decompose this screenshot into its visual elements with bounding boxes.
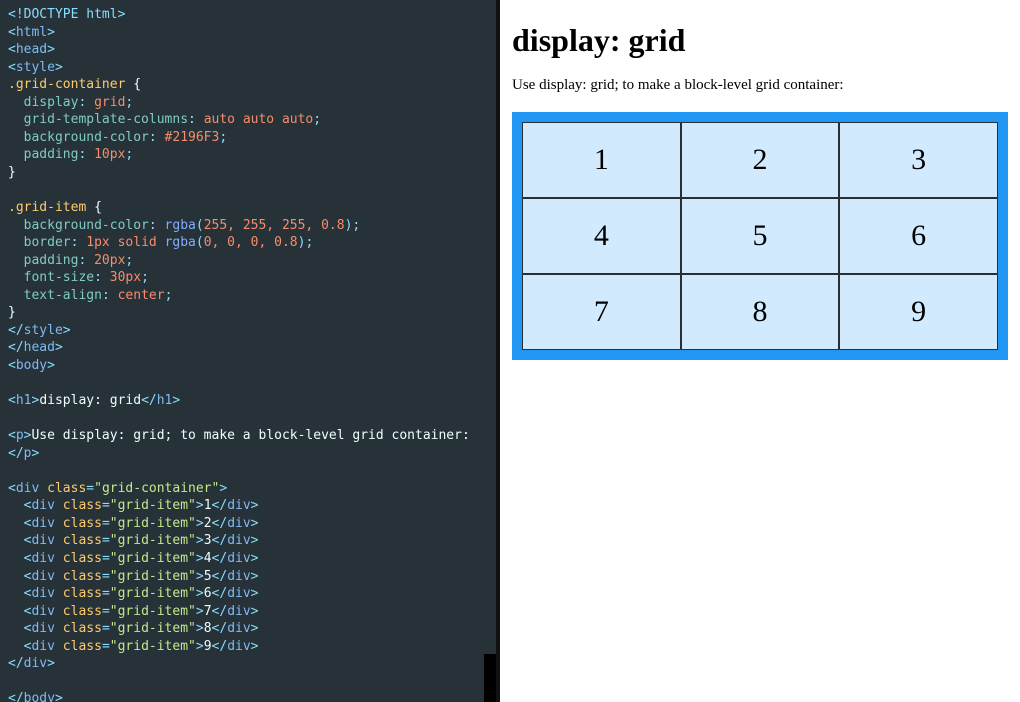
grid-item-2: 2 (681, 122, 840, 198)
code-editor-pane[interactable]: <!DOCTYPE html> <html> <head> <style> .g… (0, 0, 500, 702)
grid-item-8: 8 (681, 274, 840, 350)
grid-container: 1 2 3 4 5 6 7 8 9 (512, 112, 1008, 360)
tag-style-open: style (16, 60, 55, 75)
grid-item-9: 9 (839, 274, 998, 350)
css-sel-grid-container: .grid-container (8, 77, 125, 92)
tag-html-open: html (16, 25, 47, 40)
tag-head-open: head (16, 42, 47, 57)
code-h1-text: display: grid (39, 393, 141, 408)
grid-item-5: 5 (681, 198, 840, 274)
grid-item-4: 4 (522, 198, 681, 274)
grid-item-3: 3 (839, 122, 998, 198)
grid-item-6: 6 (839, 198, 998, 274)
grid-item-7: 7 (522, 274, 681, 350)
code-p-text: Use display: grid; to make a block-level… (31, 428, 469, 443)
preview-paragraph: Use display: grid; to make a block-level… (512, 77, 1008, 94)
preview-pane: display: grid Use display: grid; to make… (500, 0, 1020, 702)
css-sel-grid-item: .grid-item (8, 200, 86, 215)
doctype: <!DOCTYPE html> (8, 7, 125, 22)
preview-heading: display: grid (512, 22, 1008, 59)
pane-resize-handle[interactable] (484, 654, 498, 702)
grid-item-1: 1 (522, 122, 681, 198)
